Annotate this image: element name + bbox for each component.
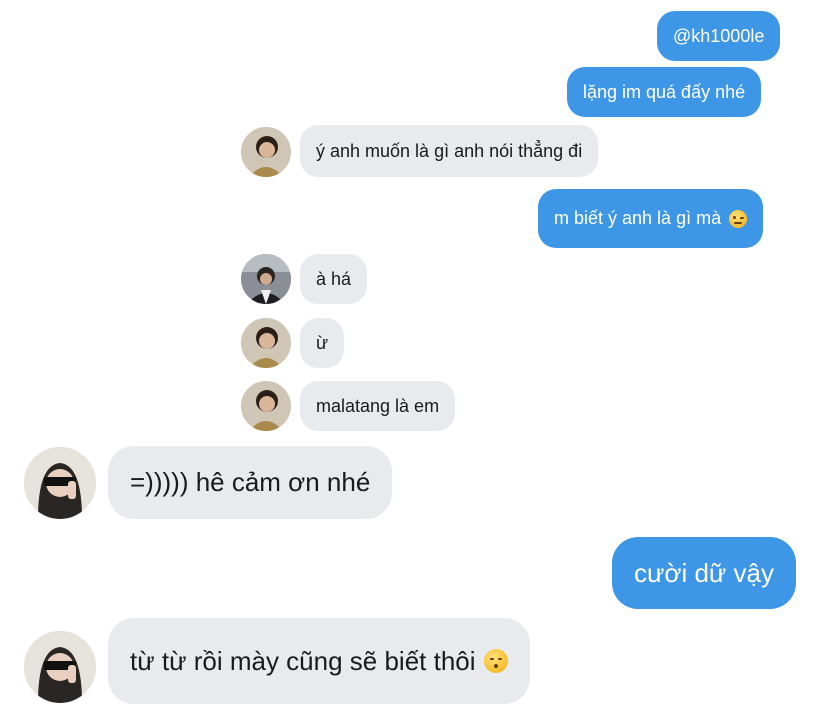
incoming-message-bubble[interactable]: malatang là em: [300, 381, 456, 431]
message-text: à há: [316, 268, 352, 289]
incoming-message-bubble[interactable]: ý anh muốn là gì anh nói thẳng đi: [300, 125, 599, 177]
outgoing-message-bubble[interactable]: m biết ý anh là gì mà: [538, 189, 764, 248]
female-avatar[interactable]: [24, 631, 96, 703]
outgoing-message-bubble[interactable]: cười dữ vậy: [612, 537, 797, 609]
incoming-message-bubble[interactable]: =))))) hê cảm ơn nhé: [108, 446, 393, 519]
message-text: =))))) hê cảm ơn nhé: [130, 467, 371, 497]
message-text: cười dữ vậy: [634, 557, 775, 588]
incoming-message-bubble[interactable]: ừ: [300, 318, 345, 368]
incoming-message-bubble[interactable]: à há: [300, 254, 368, 304]
message-text: @kh1000le: [673, 25, 765, 46]
message-text: m biết ý anh là gì mà: [554, 208, 722, 228]
male-avatar-2[interactable]: [241, 254, 291, 304]
female-avatar[interactable]: [24, 447, 96, 519]
incoming-message-bubble[interactable]: từ từ rồi mày cũng sẽ biết thôi: [108, 618, 530, 704]
male-avatar[interactable]: [241, 318, 291, 368]
message-text: malatang là em: [316, 395, 440, 416]
winking-face-emoji: [729, 209, 748, 228]
male-avatar[interactable]: [241, 381, 291, 431]
kissing-face-emoji: [483, 649, 508, 673]
message-text: từ từ rồi mày cũng sẽ biết thôi: [130, 645, 476, 676]
message-text: lặng im quá đấy nhé: [583, 81, 746, 102]
message-text: ừ: [316, 332, 329, 353]
male-avatar[interactable]: [241, 127, 291, 177]
outgoing-message-bubble[interactable]: lặng im quá đấy nhé: [567, 67, 762, 117]
outgoing-message-bubble[interactable]: @kh1000le: [657, 11, 781, 61]
message-text: ý anh muốn là gì anh nói thẳng đi: [316, 140, 583, 161]
